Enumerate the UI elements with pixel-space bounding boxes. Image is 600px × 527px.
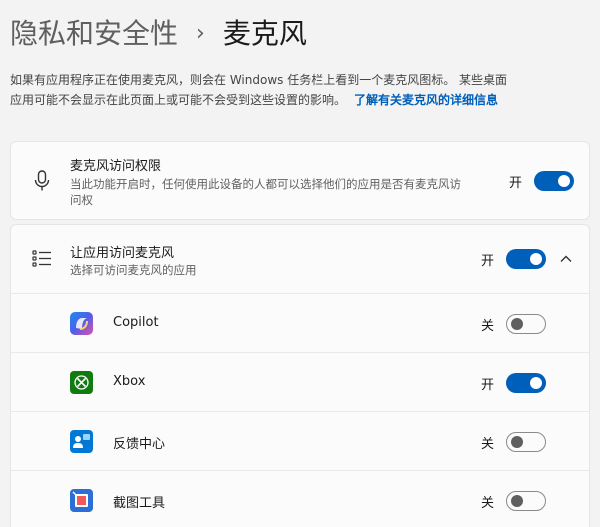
toggle-knob [511, 495, 524, 507]
app-access-title: 让应用访问麦克风 [70, 246, 175, 261]
snipping-tool-toggle-group: 关 [481, 491, 547, 511]
list-icon [31, 247, 53, 269]
breadcrumb-separator: › [196, 21, 205, 46]
app-row-xbox: Xbox 开 [11, 352, 589, 411]
microphone-access-toggle-group: 开 [509, 171, 575, 191]
app-row-feedback-hub: 反馈中心 关 [11, 411, 589, 470]
description-line-1: 如果有应用程序正在使用麦克风，则会在 Windows 任务栏上看到一个麦克风图标… [10, 73, 508, 87]
learn-more-link[interactable]: 了解有关麦克风的详细信息 [354, 93, 498, 107]
microphone-access-title: 麦克风访问权限 [70, 159, 162, 174]
app-row-copilot: Copilot 关 [11, 293, 589, 352]
copilot-toggle-label: 关 [481, 318, 495, 334]
page-title: 麦克风 [222, 17, 307, 50]
toggle-knob [511, 436, 524, 448]
app-access-toggle-group: 开 [481, 249, 547, 269]
chevron-up-icon[interactable] [559, 251, 573, 265]
toggle-knob [530, 253, 543, 265]
xbox-toggle-group: 开 [481, 373, 547, 393]
copilot-toggle[interactable] [506, 314, 547, 334]
description-line-2: 应用可能不会显示在此页面上或可能不会受到这些设置的影响。 [10, 93, 347, 107]
app-access-toggle[interactable] [506, 249, 547, 269]
app-access-card: 让应用访问麦克风 选择可访问麦克风的应用 开 Copilot 关 Xbox 开 … [10, 224, 590, 527]
microphone-access-toggle-label: 开 [509, 175, 523, 191]
breadcrumb-parent[interactable]: 隐私和安全性 [10, 14, 178, 54]
copilot-icon [70, 312, 93, 339]
microphone-access-toggle[interactable] [534, 171, 575, 191]
app-row-snipping-tool: 截图工具 关 [11, 470, 589, 527]
app-name-copilot: Copilot [113, 315, 159, 330]
toggle-knob [558, 175, 571, 187]
toggle-knob [530, 377, 543, 389]
microphone-access-subtitle-2: 问权 [70, 193, 93, 207]
breadcrumb: 隐私和安全性 › 麦克风 [10, 14, 307, 54]
feedback-hub-toggle-label: 关 [481, 436, 495, 452]
copilot-toggle-group: 关 [481, 314, 547, 334]
app-access-subtitle: 选择可访问麦克风的应用 [70, 263, 197, 277]
snipping-tool-toggle-label: 关 [481, 495, 495, 511]
feedback-hub-toggle-group: 关 [481, 432, 547, 452]
feedback-hub-icon [70, 430, 93, 457]
xbox-toggle[interactable] [506, 373, 547, 393]
page-description: 如果有应用程序正在使用麦克风，则会在 Windows 任务栏上看到一个麦克风图标… [10, 70, 590, 110]
feedback-hub-toggle[interactable] [506, 432, 547, 452]
microphone-access-card: 麦克风访问权限 当此功能开启时，任何使用此设备的人都可以选择他们的应用是否有麦克… [10, 141, 590, 220]
app-access-header[interactable]: 让应用访问麦克风 选择可访问麦克风的应用 开 [11, 225, 589, 293]
app-access-toggle-label: 开 [481, 253, 495, 269]
microphone-access-subtitle-1: 当此功能开启时，任何使用此设备的人都可以选择他们的应用是否有麦克风访 [70, 177, 461, 191]
snipping-tool-toggle[interactable] [506, 491, 547, 511]
toggle-knob [511, 318, 524, 330]
microphone-icon [31, 170, 53, 192]
snipping-tool-icon [70, 489, 93, 516]
app-name-xbox: Xbox [113, 374, 146, 389]
xbox-icon [70, 371, 93, 398]
xbox-toggle-label: 开 [481, 377, 495, 393]
app-name-feedback-hub: 反馈中心 [113, 437, 166, 452]
app-name-snipping-tool: 截图工具 [113, 496, 166, 511]
